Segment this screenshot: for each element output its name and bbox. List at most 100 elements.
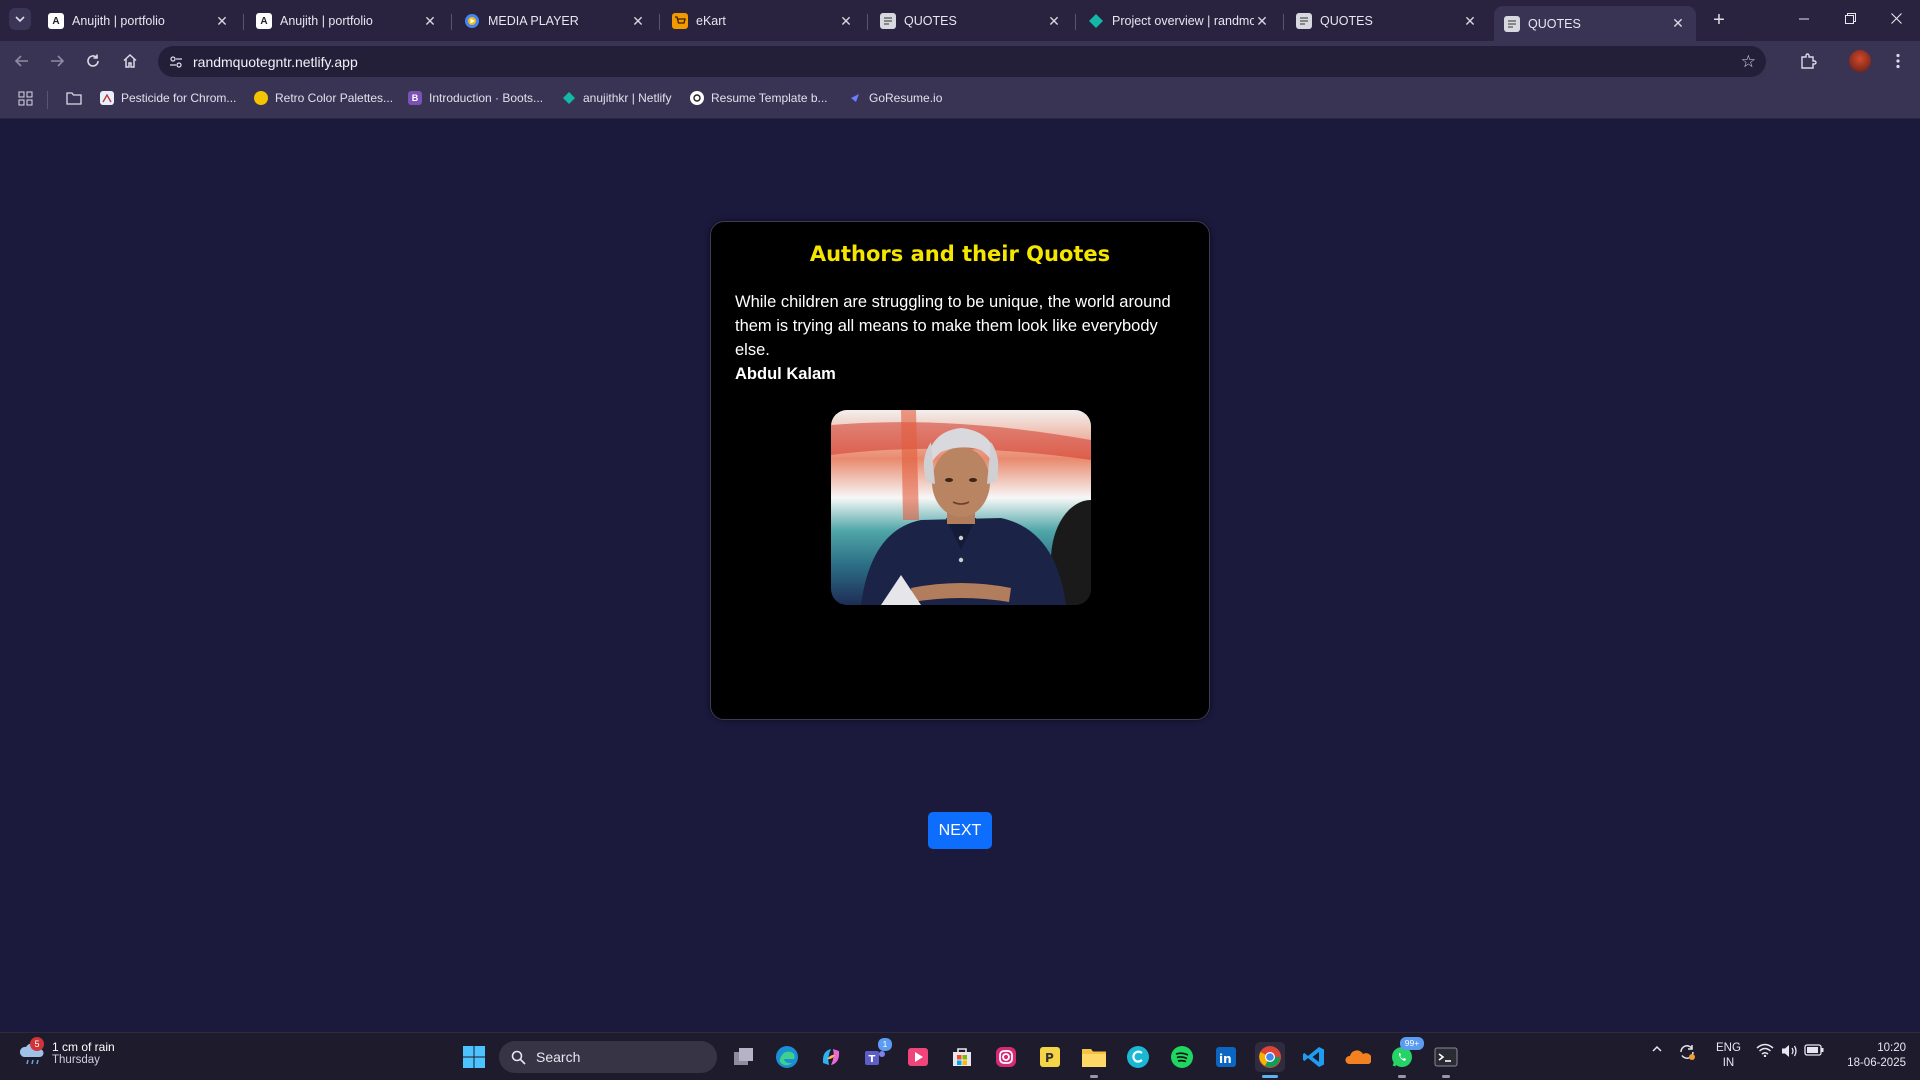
task-view-icon	[734, 1048, 753, 1065]
star-icon[interactable]: ☆	[1741, 52, 1756, 72]
url-text[interactable]: randmquotegntr.netlify.app	[193, 54, 358, 70]
terminal-app[interactable]	[1431, 1042, 1461, 1078]
bookmark-folder[interactable]	[66, 91, 82, 105]
show-hidden-icons-button[interactable]	[1651, 1043, 1663, 1058]
extensions-button[interactable]	[1794, 47, 1822, 75]
search-label: Search	[536, 1049, 581, 1065]
instagram-icon	[996, 1047, 1016, 1067]
site-info-icon[interactable]	[168, 54, 184, 75]
vscode-app[interactable]	[1299, 1042, 1329, 1072]
close-icon[interactable]: ✕	[1462, 13, 1478, 30]
menu-button[interactable]	[1884, 47, 1912, 75]
sticky-notes-icon: P	[1040, 1047, 1060, 1067]
close-icon[interactable]: ✕	[1254, 13, 1270, 30]
start-button[interactable]	[459, 1042, 489, 1072]
home-button[interactable]	[116, 47, 144, 75]
bookmark-item[interactable]: Resume Template b...	[690, 91, 828, 105]
edge-app[interactable]	[772, 1042, 802, 1072]
whatsapp-app[interactable]: 99+	[1387, 1037, 1424, 1078]
teams-badge: 1	[878, 1038, 892, 1051]
netlify-icon	[1088, 13, 1104, 29]
profile-button[interactable]	[1846, 47, 1874, 75]
goresume-icon	[848, 91, 862, 105]
network-button[interactable]	[1756, 1043, 1774, 1060]
close-icon[interactable]: ✕	[422, 13, 438, 30]
sticky-notes-app[interactable]: P	[1035, 1042, 1065, 1072]
minimize-button[interactable]	[1781, 6, 1827, 34]
svg-text:T: T	[869, 1054, 876, 1065]
bookmark-item[interactable]: GoResume.io	[848, 91, 942, 105]
tab[interactable]: QUOTES ✕	[1286, 6, 1488, 36]
tab[interactable]: A Anujith | portfolio ✕	[246, 6, 448, 36]
new-tab-button[interactable]: +	[1706, 8, 1732, 34]
media-player-icon	[908, 1048, 928, 1066]
restore-button[interactable]	[1827, 6, 1873, 34]
tab-separator	[1075, 14, 1076, 30]
address-bar[interactable]: randmquotegntr.netlify.app ☆	[158, 46, 1766, 77]
apps-button[interactable]	[18, 91, 33, 106]
windows-icon	[463, 1046, 485, 1068]
apps-grid-icon	[18, 91, 33, 106]
cloudflare-app[interactable]	[1343, 1042, 1373, 1072]
weather-condition: 1 cm of rain	[52, 1040, 115, 1054]
teams-app[interactable]: T 1	[860, 1038, 892, 1072]
close-icon[interactable]: ✕	[1670, 15, 1686, 32]
media-player-app[interactable]	[903, 1042, 933, 1072]
instagram-app[interactable]	[991, 1042, 1021, 1072]
battery-button[interactable]	[1804, 1043, 1824, 1060]
chevron-down-icon	[15, 16, 25, 23]
sync-status-button[interactable]	[1678, 1043, 1696, 1064]
bookmark-item[interactable]: Retro Color Palettes...	[254, 91, 393, 105]
quote-favicon-icon	[1296, 13, 1312, 29]
chrome-icon	[1259, 1046, 1281, 1068]
close-icon[interactable]: ✕	[214, 13, 230, 30]
forward-button[interactable]	[43, 47, 71, 75]
volume-button[interactable]	[1780, 1043, 1798, 1062]
tab[interactable]: A Anujith | portfolio ✕	[38, 6, 240, 36]
bookmark-item[interactable]: B Introduction · Boots...	[408, 91, 543, 105]
bookmark-label: Retro Color Palettes...	[275, 91, 394, 105]
store-app[interactable]	[947, 1042, 977, 1072]
arrow-right-icon	[51, 55, 65, 67]
chrome-app[interactable]	[1255, 1042, 1285, 1078]
task-view-button[interactable]	[729, 1042, 759, 1072]
quote-text: While children are struggling to be uniq…	[735, 293, 1171, 359]
tab-title: QUOTES	[1528, 16, 1581, 31]
close-icon[interactable]: ✕	[630, 13, 646, 30]
browser-toolbar: randmquotegntr.netlify.app ☆	[0, 41, 1920, 81]
bookmark-item[interactable]: Pesticide for Chrom...	[100, 91, 236, 105]
active-indicator	[1262, 1075, 1278, 1078]
language-code: ENG	[1716, 1042, 1741, 1054]
weather-widget[interactable]: 5 1 cm of rain Thursday	[18, 1037, 115, 1067]
tab-favicon-icon: A	[48, 13, 64, 29]
taskbar-search[interactable]: Search	[499, 1041, 717, 1073]
tab[interactable]: Project overview | randmo ✕	[1078, 6, 1280, 36]
folder-icon	[66, 92, 82, 105]
running-indicator	[1442, 1075, 1450, 1078]
bookmark-item[interactable]: anujithkr | Netlify	[562, 91, 671, 105]
back-button[interactable]	[8, 47, 36, 75]
cloud-icon	[1345, 1050, 1371, 1064]
tab-search-button[interactable]	[9, 8, 31, 30]
spotify-app[interactable]	[1167, 1042, 1197, 1072]
file-explorer-app[interactable]	[1079, 1042, 1109, 1078]
copilot-app[interactable]	[816, 1042, 846, 1072]
close-icon[interactable]: ✕	[838, 13, 854, 30]
linkedin-app[interactable]: in	[1211, 1042, 1241, 1072]
system-clock[interactable]: 10:20 18-06-2025	[1836, 1041, 1906, 1071]
tab[interactable]: MEDIA PLAYER ✕	[454, 6, 656, 36]
close-icon[interactable]: ✕	[1046, 13, 1062, 30]
next-button[interactable]: NEXT	[928, 812, 992, 849]
tab-title: QUOTES	[1320, 14, 1373, 28]
close-window-button[interactable]	[1873, 6, 1919, 34]
tab-title: eKart	[696, 14, 726, 28]
reload-button[interactable]	[79, 47, 107, 75]
tab-active[interactable]: QUOTES ✕	[1494, 6, 1696, 41]
language-indicator[interactable]: ENG IN	[1716, 1041, 1741, 1071]
tab[interactable]: QUOTES ✕	[870, 6, 1072, 36]
bookmark-label: Pesticide for Chrom...	[121, 91, 237, 105]
more-vertical-icon	[1896, 53, 1900, 69]
tab[interactable]: eKart ✕	[662, 6, 864, 36]
canva-app[interactable]	[1123, 1042, 1153, 1072]
tab-title: Anujith | portfolio	[280, 14, 373, 28]
